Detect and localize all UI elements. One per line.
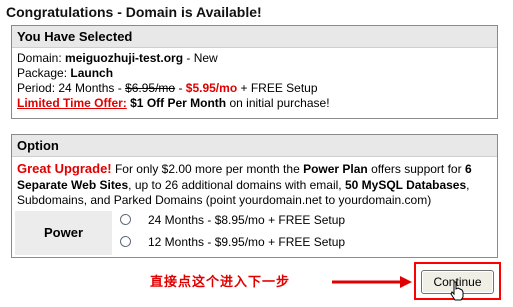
price-separator: -: [175, 81, 186, 95]
option-panel: Option Great Upgrade! For only $2.00 mor…: [11, 134, 498, 258]
period-suffix: + FREE Setup: [237, 81, 318, 95]
offer-line: Limited Time Offer: $1 Off Per Month on …: [17, 96, 492, 111]
upgrade-description: Great Upgrade! For only $2.00 more per m…: [12, 157, 497, 209]
plan-name-cell: Power: [15, 210, 112, 255]
upgrade-text-3: , up to 26 additional domains with email…: [128, 177, 345, 192]
offer-label[interactable]: Limited Time Offer:: [17, 96, 127, 110]
page-title: Congratulations - Domain is Available!: [6, 4, 262, 20]
domain-suffix: - New: [183, 51, 218, 65]
upgrade-text-1: For only $2.00 more per month the: [111, 162, 304, 176]
plan-options: Power 24 Months - $8.95/mo + FREE Setup …: [12, 210, 497, 259]
upgrade-text-2: offers support for: [367, 162, 465, 176]
option-24-months[interactable]: 24 Months - $8.95/mo + FREE Setup: [120, 213, 345, 227]
option-12-months[interactable]: 12 Months - $9.95/mo + FREE Setup: [120, 235, 345, 249]
databases-bold: 50 MySQL Databases: [344, 177, 467, 192]
option-12-months-label: 12 Months - $9.95/mo + FREE Setup: [148, 234, 346, 249]
selected-summary-panel: You Have Selected Domain: meiguozhuji-te…: [11, 25, 498, 119]
option-24-months-label: 24 Months - $8.95/mo + FREE Setup: [148, 212, 346, 227]
package-label: Package:: [17, 66, 71, 80]
red-arrow-icon: [332, 276, 412, 288]
new-price: $5.95/mo: [185, 81, 238, 95]
plan-name-bold: Power Plan: [303, 162, 368, 176]
domain-line: Domain: meiguozhuji-test.org - New: [17, 51, 492, 66]
old-price: $6.95/mo: [125, 81, 176, 95]
annotation-text: 直接点这个进入下一步: [150, 274, 291, 289]
domain-name: meiguozhuji-test.org: [65, 51, 184, 65]
domain-label: Domain:: [17, 51, 66, 65]
upgrade-label: Great Upgrade!: [17, 161, 112, 176]
package-name: Launch: [70, 66, 114, 80]
radio-12-months[interactable]: [120, 236, 131, 247]
radio-24-months[interactable]: [120, 214, 131, 225]
period-line: Period: 24 Months - $6.95/mo - $5.95/mo …: [17, 81, 492, 96]
package-line: Package: Launch: [17, 66, 492, 81]
option-heading: Option: [12, 135, 497, 157]
offer-value: $1 Off Per Month: [126, 96, 227, 110]
hand-cursor-icon: [450, 281, 464, 301]
selected-heading: You Have Selected: [12, 26, 497, 48]
period-label: Period: 24 Months -: [17, 81, 126, 95]
offer-suffix: on initial purchase!: [226, 96, 330, 110]
